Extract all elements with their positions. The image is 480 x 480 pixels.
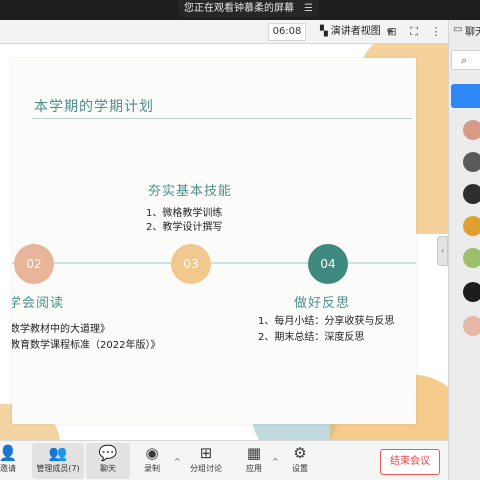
- chevron-up-icon[interactable]: ^: [174, 457, 181, 466]
- title-divider: [32, 118, 412, 119]
- record-button[interactable]: ◉ 录制: [130, 443, 174, 479]
- avatar[interactable]: [463, 282, 480, 302]
- left-block-item: 务教育数学课程标准（2022年版）》: [12, 340, 161, 351]
- meeting-toolbar: 06:08 ▚ 演讲者视图 ▼ ⊞ ⛶ ⋮: [0, 20, 448, 44]
- right-block-heading: 做好反思: [294, 296, 351, 311]
- invite-icon: 👤: [0, 444, 18, 462]
- avatar[interactable]: [463, 248, 480, 268]
- screen: { "banner": { "text": "您正在观看钟慕柔的屏幕", "me…: [0, 0, 480, 480]
- screen-share-banner: 您正在观看钟慕柔的屏幕 ☰: [178, 0, 319, 17]
- avatar[interactable]: [463, 216, 480, 236]
- record-icon: ◉: [145, 444, 159, 462]
- meeting-controls: 👤 邀请 👥 管理成员(7) 💬 聊天 ◉ 录制 ^ ⊞ 分组讨论 ▦ 应用 ^…: [0, 440, 448, 480]
- left-block-heading: 学会阅读: [12, 296, 65, 311]
- step-circle: 02: [14, 244, 54, 284]
- settings-icon: ⚙: [293, 444, 307, 462]
- top-block-item: 1、微格教学训练: [146, 208, 223, 219]
- apps-label: 应用: [246, 464, 262, 473]
- top-block-item: 2、教学设计撰写: [146, 222, 223, 233]
- search-icon: ⌕: [461, 54, 468, 67]
- members-label: 管理成员(7): [36, 464, 80, 473]
- chat-icon: 💬: [98, 444, 118, 462]
- apps-button[interactable]: ▦ 应用: [232, 443, 276, 479]
- fullscreen-icon[interactable]: ⛶: [406, 23, 422, 41]
- avatar[interactable]: [463, 184, 480, 204]
- chat-panel-title[interactable]: 聊天: [465, 23, 480, 38]
- record-label: 录制: [144, 464, 160, 473]
- right-panel: ▭ 聊天 ⌕: [448, 20, 480, 480]
- chat-label: 聊天: [100, 464, 116, 473]
- menu-lines-icon[interactable]: ☰: [304, 0, 313, 17]
- avatar[interactable]: [463, 120, 480, 140]
- avatar[interactable]: [463, 316, 480, 336]
- collapse-panel-handle[interactable]: ‹: [437, 236, 448, 266]
- breakout-button[interactable]: ⊞ 分组讨论: [184, 443, 228, 479]
- right-block-item: 1、每月小结：分享收获与反思: [258, 316, 395, 327]
- more-icon[interactable]: ⋮: [428, 23, 444, 41]
- right-block-item: 2、期末总结：深度反思: [258, 332, 365, 343]
- invite-button[interactable]: 👤 邀请: [0, 443, 30, 479]
- grid-icon[interactable]: ⊞: [384, 23, 400, 41]
- members-icon: 👥: [48, 444, 68, 462]
- breakout-label: 分组讨论: [190, 464, 222, 473]
- settings-label: 设置: [292, 464, 308, 473]
- banner-text: 您正在观看钟慕柔的屏幕: [184, 3, 294, 14]
- meeting-timer: 06:08: [268, 23, 306, 41]
- breakout-icon: ⊞: [199, 444, 213, 462]
- apps-icon: ▦: [246, 444, 262, 462]
- timeline-line: [12, 262, 416, 264]
- left-block-item: 学数学教材中的大道理》: [12, 324, 110, 335]
- members-button[interactable]: 👥 管理成员(7): [32, 443, 84, 479]
- slide-title: 本学期的学期计划: [34, 99, 154, 115]
- primary-action-button[interactable]: [451, 84, 480, 108]
- settings-button[interactable]: ⚙ 设置: [278, 443, 322, 479]
- presenter-view-label: 演讲者视图: [330, 26, 381, 37]
- shared-screen: 本学期的学期计划 夯实基本技能 1、微格教学训练 2、教学设计撰写 02 03 …: [0, 44, 448, 440]
- presentation-slide: 本学期的学期计划 夯实基本技能 1、微格教学训练 2、教学设计撰写 02 03 …: [12, 58, 416, 424]
- end-meeting-button[interactable]: 结束会议: [380, 449, 440, 475]
- presenter-view-icon: ▚: [320, 26, 328, 37]
- step-circle: 04: [308, 244, 348, 284]
- step-circle: 03: [171, 244, 211, 284]
- invite-label: 邀请: [0, 464, 16, 473]
- chat-icon: ▭: [453, 24, 463, 35]
- chat-button[interactable]: 💬 聊天: [86, 443, 130, 479]
- top-block-heading: 夯实基本技能: [148, 184, 233, 199]
- avatar[interactable]: [463, 152, 480, 172]
